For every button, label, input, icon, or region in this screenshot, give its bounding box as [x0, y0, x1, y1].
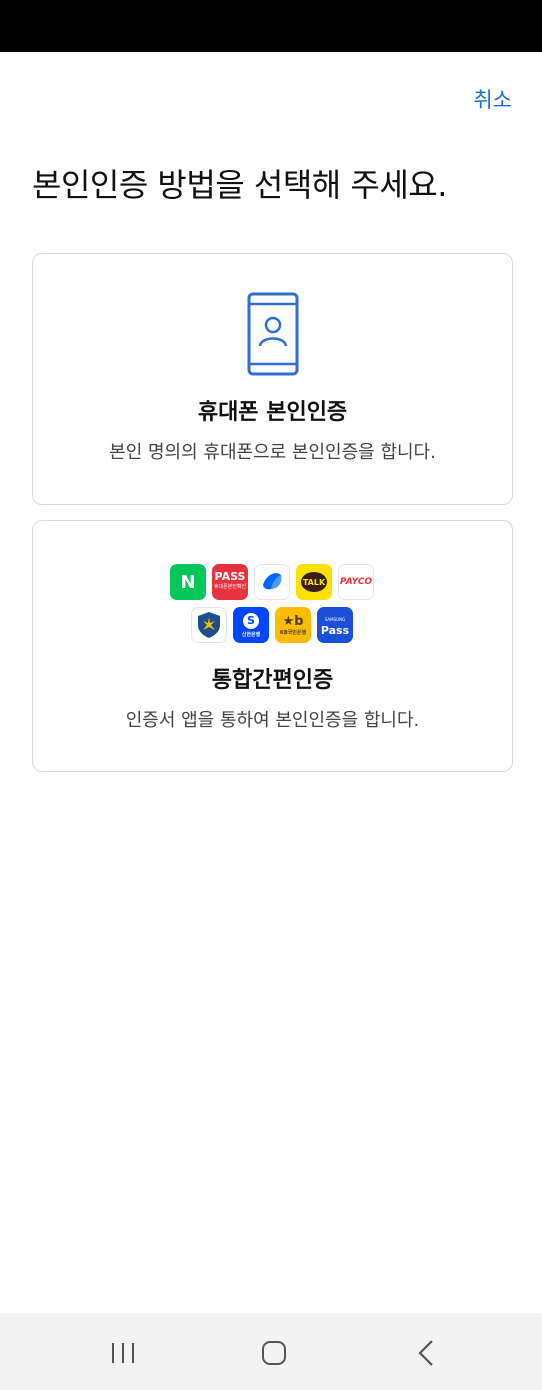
- shinhan-mark: S: [243, 612, 259, 629]
- payco-text: PAYCO: [339, 577, 373, 587]
- toss-icon: [263, 573, 282, 590]
- kb-mark: ★b: [282, 614, 304, 629]
- simple-auth-option[interactable]: N PASS 휴대폰본인확인 TALK PAYCO S 신한은행 ★b KB국민…: [32, 520, 513, 772]
- status-bar: [0, 0, 542, 52]
- shinhan-bank-logo: S 신한은행: [233, 607, 269, 643]
- navigation-bar: [0, 1313, 542, 1390]
- pass-logo-text: PASS: [214, 570, 246, 583]
- home-icon[interactable]: [259, 1338, 289, 1368]
- pass-logo-subtext: 휴대폰본인확인: [213, 584, 247, 590]
- samsung-pass-logo: SAMSUNG Pass: [317, 607, 353, 643]
- kakao-talk-logo: TALK: [296, 564, 332, 600]
- shinhan-text: 신한은행: [241, 631, 261, 638]
- kakao-talk-text: TALK: [301, 572, 327, 592]
- kftc-shield-icon: [198, 612, 220, 638]
- samsung-pass-text: Pass: [320, 624, 350, 637]
- phone-verification-title: 휴대폰 본인인증: [197, 400, 348, 425]
- cancel-button[interactable]: 취소: [473, 84, 512, 114]
- toss-logo: [254, 564, 290, 600]
- kftc-logo: [191, 607, 227, 643]
- kb-text: KB국민은행: [279, 630, 307, 636]
- phone-verification-option[interactable]: 휴대폰 본인인증 본인 명의의 휴대폰으로 본인인증을 합니다.: [32, 253, 513, 505]
- recent-apps-icon[interactable]: [108, 1338, 138, 1368]
- simple-auth-description: 인증서 앱을 통하여 본인인증을 합니다.: [125, 710, 420, 731]
- phone-verification-description: 본인 명의의 휴대폰으로 본인인증을 합니다.: [109, 442, 436, 463]
- kb-bank-logo: ★b KB국민은행: [275, 607, 311, 643]
- page-title: 본인인증 방법을 선택해 주세요.: [32, 166, 447, 204]
- pass-logo: PASS 휴대폰본인확인: [212, 564, 248, 600]
- naver-logo: N: [170, 564, 206, 600]
- payco-logo: PAYCO: [338, 564, 374, 600]
- naver-logo-text: N: [180, 571, 196, 593]
- phone-person-icon: [247, 292, 299, 376]
- back-icon[interactable]: [412, 1338, 442, 1368]
- simple-auth-title: 통합간편인증: [211, 668, 334, 693]
